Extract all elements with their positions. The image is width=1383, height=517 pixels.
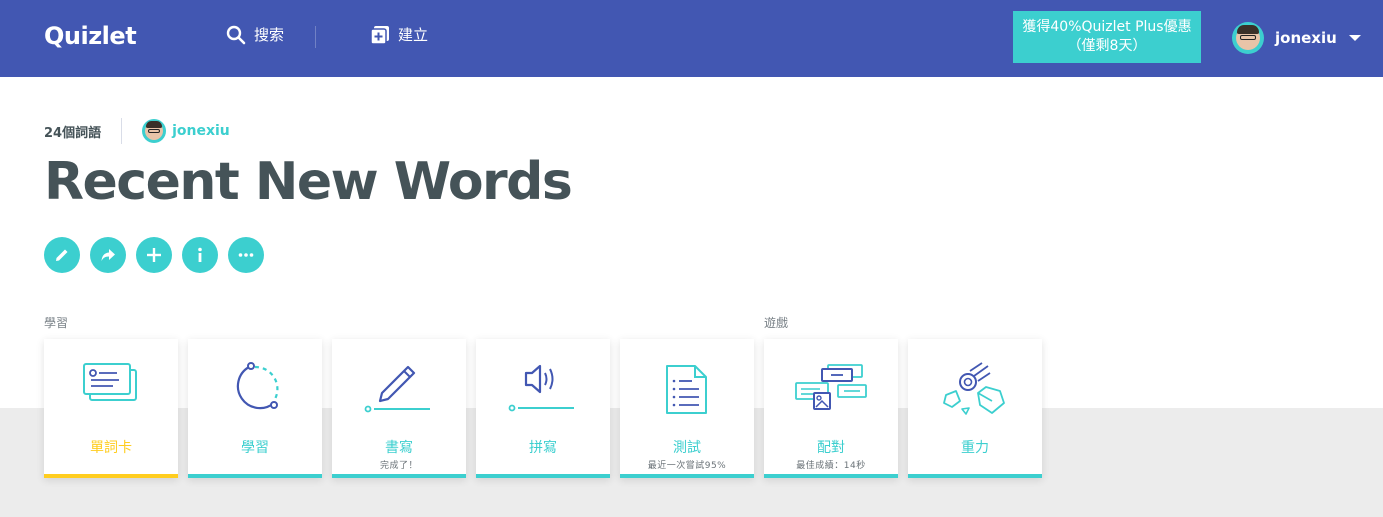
mode-status: 最近一次嘗試95%	[647, 461, 727, 471]
mode-card-match[interactable]: 配對 最佳成績：14秒	[764, 339, 898, 478]
mode-underline	[476, 474, 610, 478]
meta-divider	[121, 118, 123, 144]
upgrade-promo-button[interactable]: 獲得40%Quizlet Plus優惠 （僅剩8天）	[1013, 11, 1201, 63]
mode-card-write[interactable]: 書寫 完成了！	[332, 339, 466, 478]
set-actions	[44, 237, 274, 273]
nav-divider	[315, 26, 316, 48]
add-button[interactable]	[136, 237, 172, 273]
create-button[interactable]: 建立	[370, 24, 428, 45]
mode-status: 最佳成績：14秒	[796, 461, 866, 471]
mode-label: 單詞卡	[90, 440, 132, 456]
more-button[interactable]	[228, 237, 264, 273]
promo-line-1: 獲得40%Quizlet Plus優惠	[1022, 19, 1192, 35]
mode-underline	[764, 474, 898, 478]
spell-icon	[508, 364, 574, 412]
mode-label: 配對	[817, 440, 845, 456]
games-section-label: 遊戲	[764, 316, 789, 330]
mode-underline	[44, 474, 178, 478]
mode-label: 測試	[673, 440, 701, 456]
mode-underline	[188, 474, 322, 478]
edit-button[interactable]	[44, 237, 80, 273]
create-set-icon	[370, 25, 389, 45]
flashcards-icon	[83, 363, 137, 401]
study-section-label: 學習	[44, 316, 69, 330]
username: jonexiu	[1275, 29, 1337, 47]
search-button[interactable]: 搜索	[226, 24, 284, 45]
search-label: 搜索	[254, 26, 285, 44]
author-name: jonexiu	[172, 123, 230, 139]
author-avatar	[142, 119, 167, 143]
mode-underline	[332, 474, 466, 478]
mode-card-gravity[interactable]: 重力	[908, 339, 1042, 478]
share-button[interactable]	[90, 237, 126, 273]
pencil-icon	[56, 249, 68, 261]
test-icon	[666, 365, 707, 414]
promo-line-2: （僅剩8天）	[1067, 38, 1147, 54]
mode-underline	[908, 474, 1042, 478]
set-meta: 24個詞語 jonexiu	[44, 118, 230, 144]
more-icon	[238, 253, 254, 257]
info-button[interactable]	[182, 237, 218, 273]
mode-label: 學習	[241, 440, 269, 456]
share-icon	[101, 249, 115, 261]
mode-card-flashcards[interactable]: 單詞卡	[44, 339, 178, 478]
author-link[interactable]: jonexiu	[142, 119, 230, 143]
mode-label: 拼寫	[529, 440, 557, 456]
search-icon	[226, 25, 246, 44]
mode-card-test[interactable]: 測試 最近一次嘗試95%	[620, 339, 754, 478]
page-title: Recent New Words	[44, 152, 573, 212]
gravity-icon	[943, 362, 1005, 415]
write-icon	[364, 365, 430, 413]
top-nav-bar: Quizlet 搜索 建立 獲得40%Quizlet Plus優惠 （僅剩8天）…	[0, 0, 1383, 77]
learn-icon	[236, 362, 279, 410]
chevron-down-icon	[1348, 35, 1361, 41]
term-count: 24個詞語	[44, 125, 102, 141]
mode-label: 書寫	[385, 440, 413, 456]
avatar	[1232, 22, 1264, 54]
mode-status: 完成了！	[379, 461, 418, 471]
mode-card-spell[interactable]: 拼寫	[476, 339, 610, 478]
quizlet-logo[interactable]: Quizlet	[44, 22, 137, 50]
plus-icon	[147, 248, 161, 262]
mode-card-learn[interactable]: 學習	[188, 339, 322, 478]
user-menu[interactable]: jonexiu	[1232, 22, 1361, 54]
mode-label: 重力	[961, 440, 989, 456]
create-label: 建立	[398, 26, 429, 44]
mode-underline	[620, 474, 754, 478]
info-icon	[198, 247, 202, 262]
match-icon	[795, 364, 867, 410]
